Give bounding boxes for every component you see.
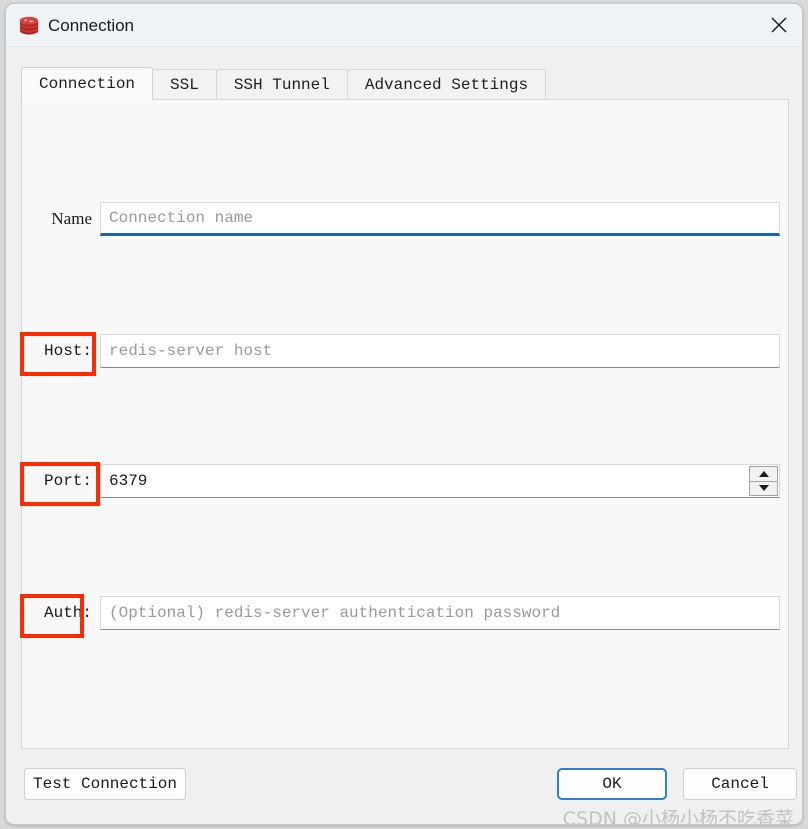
host-field-row: Host: redis-server host: [22, 334, 788, 368]
connection-dialog: Connection Connection SSL SSH Tunnel Adv…: [5, 3, 803, 825]
redis-logo-icon: [18, 15, 40, 37]
port-input[interactable]: 6379: [100, 464, 780, 498]
auth-field-row: Auth: (Optional) redis-server authentica…: [22, 596, 788, 630]
tab-advanced-settings[interactable]: Advanced Settings: [346, 69, 547, 100]
port-field-row: Port: 6379: [22, 464, 788, 498]
ok-button[interactable]: OK: [557, 768, 667, 800]
port-spinner[interactable]: [749, 466, 778, 496]
tab-ssh-tunnel[interactable]: SSH Tunnel: [215, 69, 348, 100]
port-label: Port:: [43, 472, 92, 490]
name-field-row: Name Connection name: [22, 202, 788, 236]
close-icon[interactable]: [756, 4, 802, 46]
tab-connection[interactable]: Connection: [21, 67, 154, 100]
test-connection-button[interactable]: Test Connection: [24, 768, 186, 800]
auth-label: Auth:: [43, 604, 92, 622]
watermark-text: CSDN @小杨小杨不吃香菜: [562, 808, 794, 825]
tab-ssl[interactable]: SSL: [152, 69, 217, 100]
port-increment-icon[interactable]: [750, 467, 777, 482]
name-label: Name: [51, 209, 92, 228]
connection-tab-panel: Name Connection name Host: redis-server …: [21, 99, 789, 749]
name-input[interactable]: Connection name: [100, 202, 780, 236]
host-label: Host:: [43, 342, 92, 360]
tab-strip: Connection SSL SSH Tunnel Advanced Setti…: [21, 67, 547, 100]
port-decrement-icon[interactable]: [750, 481, 777, 495]
cancel-button[interactable]: Cancel: [683, 768, 797, 800]
auth-input[interactable]: (Optional) redis-server authentication p…: [100, 596, 780, 630]
window-title: Connection: [48, 16, 135, 35]
host-input[interactable]: redis-server host: [100, 334, 780, 368]
title-bar: Connection: [6, 4, 802, 47]
